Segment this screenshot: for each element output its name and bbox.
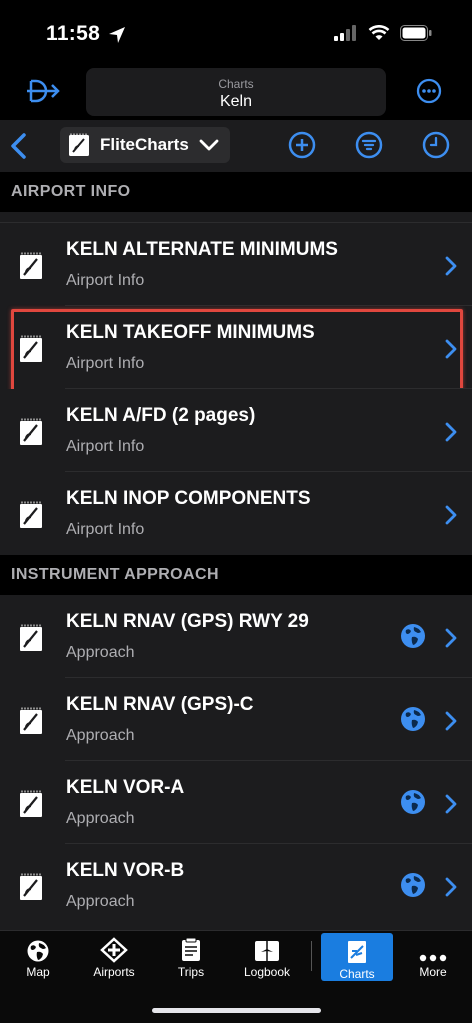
tab-label: Airports: [93, 965, 135, 979]
tab-label: Charts: [339, 967, 375, 981]
chart-row[interactable]: KELN TAKEOFF MINIMUMS Airport Info: [0, 306, 472, 402]
back-chevron-icon[interactable]: [8, 132, 30, 160]
chart-source-label: FliteCharts: [100, 135, 189, 154]
tab-separator: [311, 941, 312, 971]
tab-label: Logbook: [243, 965, 291, 979]
chevron-right-icon: [445, 422, 457, 442]
status-time: 11:58: [46, 22, 101, 45]
georeferenced-globe-icon: [401, 873, 425, 897]
chart-title: KELN ALTERNATE MINIMUMS: [66, 239, 338, 260]
chart-category: Airport Info: [66, 438, 145, 455]
chart-doc-icon: [20, 707, 42, 734]
recent-history-icon[interactable]: [422, 131, 450, 159]
chart-title: KELN INOP COMPONENTS: [66, 488, 311, 509]
trips-icon: [182, 937, 200, 961]
georeferenced-globe-icon: [401, 790, 425, 814]
chart-source-select[interactable]: FliteCharts: [60, 127, 230, 163]
filter-icon[interactable]: [355, 131, 383, 159]
chevron-down-icon: [199, 139, 219, 151]
cellular-signal-icon: [334, 25, 356, 41]
tab-more[interactable]: More: [397, 931, 469, 981]
tab-label: Trips: [177, 965, 205, 979]
georeferenced-globe-icon: [401, 624, 425, 648]
chart-doc-icon: [20, 501, 42, 528]
add-icon[interactable]: [288, 131, 316, 159]
chevron-right-icon: [445, 339, 457, 359]
tab-logbook[interactable]: Logbook: [231, 931, 303, 981]
chart-doc-icon: [69, 133, 89, 156]
chart-title: KELN VOR-B: [66, 860, 185, 881]
status-bar: 11:58: [0, 0, 472, 66]
chart-title: KELN RNAV (GPS) RWY 29: [66, 611, 309, 632]
chart-doc-icon: [20, 252, 42, 279]
chevron-right-icon: [445, 505, 457, 525]
section-header-airport-info: AIRPORT INFO: [0, 172, 472, 212]
more-icon: [419, 954, 447, 962]
location-arrow-icon: [109, 27, 125, 43]
chart-title: KELN TAKEOFF MINIMUMS: [66, 322, 315, 343]
chart-doc-icon: [20, 790, 42, 817]
tab-charts[interactable]: Charts: [321, 933, 393, 981]
chart-row[interactable]: KELN A/FD (2 pages) Airport Info: [0, 389, 472, 472]
tab-airports[interactable]: Airports: [78, 931, 150, 981]
section-header-instrument-approach: INSTRUMENT APPROACH: [0, 555, 472, 595]
tab-trips[interactable]: Trips: [155, 931, 227, 981]
chart-row[interactable]: KELN RNAV (GPS)-C Approach: [0, 678, 472, 761]
title-bar: Charts Keln: [0, 66, 472, 120]
battery-icon: [400, 25, 432, 41]
chart-category: Approach: [66, 727, 135, 744]
tab-map[interactable]: Map: [2, 931, 74, 981]
status-icons: [334, 25, 432, 41]
chevron-right-icon: [445, 628, 457, 648]
chart-row[interactable]: KELN VOR-A Approach: [0, 761, 472, 844]
toolbar: FliteCharts: [0, 120, 472, 172]
chevron-right-icon: [445, 256, 457, 276]
chart-doc-icon: [20, 418, 42, 445]
chevron-right-icon: [445, 877, 457, 897]
chevron-right-icon: [445, 794, 457, 814]
chevron-right-icon: [445, 711, 457, 731]
more-options-icon[interactable]: [416, 78, 442, 104]
chart-row[interactable]: KELN INOP COMPONENTS Airport Info: [0, 472, 472, 555]
chart-category: Airport Info: [66, 521, 145, 538]
chart-category: Approach: [66, 644, 135, 661]
chart-title: KELN A/FD (2 pages): [66, 405, 256, 426]
home-indicator[interactable]: [152, 1008, 321, 1013]
chart-category: Approach: [66, 810, 135, 827]
tab-label: More: [419, 965, 447, 979]
chart-doc-icon: [20, 624, 42, 651]
page-title: Keln: [219, 93, 253, 110]
tab-label: Map: [26, 965, 50, 979]
georeferenced-globe-icon: [401, 707, 425, 731]
chart-category: Airport Info: [66, 272, 145, 289]
chart-title: KELN RNAV (GPS)-C: [66, 694, 254, 715]
chart-row[interactable]: KELN VOR-B Approach: [0, 844, 472, 927]
title-box[interactable]: Charts Keln: [86, 68, 386, 116]
airport-icon: [100, 937, 128, 963]
chart-doc-icon: [20, 873, 42, 900]
chart-list: AIRPORT INFO KELN ALTERNATE MINIMUMS Air…: [0, 172, 472, 930]
chart-category: Approach: [66, 893, 135, 910]
chart-row[interactable]: KELN ALTERNATE MINIMUMS Airport Info: [0, 223, 472, 306]
title-subtitle: Charts: [218, 77, 254, 91]
chart-doc-icon: [20, 335, 42, 362]
wifi-icon: [368, 25, 390, 40]
route-toggle-icon[interactable]: [24, 78, 62, 104]
globe-icon: [27, 940, 49, 962]
charts-icon: [348, 941, 366, 963]
list-spacer: [0, 212, 472, 223]
chart-category: Airport Info: [66, 355, 145, 372]
chart-title: KELN VOR-A: [66, 777, 185, 798]
logbook-icon: [255, 941, 279, 961]
chart-row[interactable]: KELN RNAV (GPS) RWY 29 Approach: [0, 595, 472, 678]
